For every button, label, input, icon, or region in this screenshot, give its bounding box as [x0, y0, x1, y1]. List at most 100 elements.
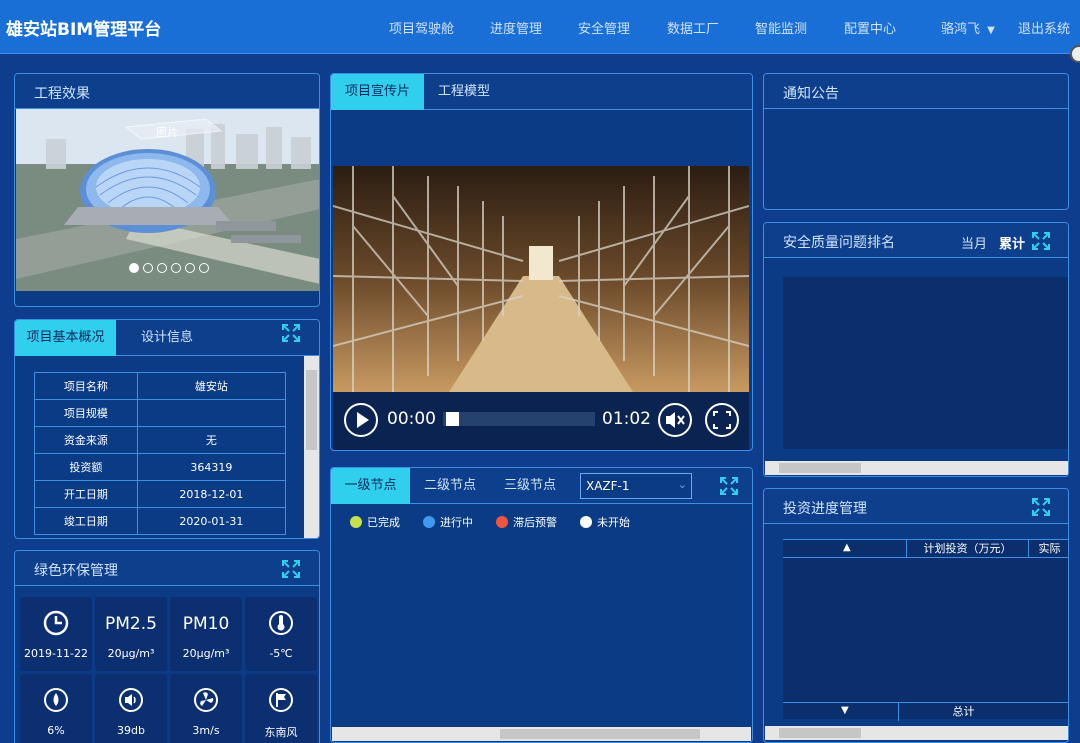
total-label: 总计 [898, 703, 1028, 721]
nav-item-monitoring[interactable]: 智能监测 [755, 18, 807, 37]
carousel-dot[interactable] [171, 263, 181, 273]
legend-label: 已完成 [367, 516, 400, 529]
overview-panel: 项目基本概况 设计信息 项目名称 雄安站 项目规模 资金来源无 投资额 364319… [14, 319, 320, 539]
carousel-dots [129, 263, 209, 273]
env-wind-direction-cell: 东南风 [245, 674, 317, 743]
quality-hscrollbar[interactable] [765, 461, 1068, 475]
tab-design-info[interactable]: 设计信息 [116, 320, 218, 356]
investment-hscrollbar[interactable] [765, 726, 1068, 740]
milestone-panel: 一级节点 二级节点 三级节点 XAZF-1 ⌄ 已完成 进行中 滞后预警 未开始 [330, 467, 753, 743]
row-value: 无 [136, 426, 287, 454]
speaker-icon [119, 688, 143, 712]
table-row: 项目名称 雄安站 [34, 372, 287, 400]
col-planned[interactable]: 计划投资（万元） [906, 540, 1028, 558]
env-value: 20μg/m³ [182, 647, 230, 660]
quality-panel-header: 安全质量问题排名 当月 累计 [764, 223, 1068, 258]
row-key: 开工日期 [34, 480, 138, 508]
video-controls: 00:00 01:02 [333, 392, 749, 450]
scrollbar-thumb[interactable] [500, 729, 700, 739]
humidity-icon [44, 688, 68, 712]
user-menu[interactable]: 骆鸿飞 ▼ [941, 18, 995, 37]
carousel-dot[interactable] [157, 263, 167, 273]
notice-panel-header: 通知公告 [764, 74, 1068, 109]
nav-item-data-factory[interactable]: 数据工厂 [667, 18, 719, 37]
expand-icon[interactable] [720, 477, 738, 495]
env-wind-speed-cell: 3m/s [170, 674, 242, 743]
option-this-month[interactable]: 当月 [961, 233, 987, 252]
carousel-dot[interactable] [199, 263, 209, 273]
ranking-chart-area [783, 277, 1068, 449]
legend-not-started: 未开始 [580, 514, 630, 530]
scrollbar-thumb[interactable] [779, 728, 861, 738]
effect-panel: 工程效果 图片 [14, 73, 320, 307]
legend-delayed: 滞后预警 [496, 514, 557, 530]
quality-panel-title: 安全质量问题排名 [783, 235, 895, 251]
video-progress-handle[interactable] [446, 412, 459, 426]
legend-dot [350, 516, 362, 528]
scrollbar-thumb[interactable] [779, 463, 861, 473]
expand-icon[interactable] [1032, 498, 1050, 516]
row-value: 雄安站 [136, 372, 287, 400]
option-cumulative[interactable]: 累计 [999, 233, 1025, 252]
table-row: 资金来源无 [34, 426, 287, 454]
video-frame[interactable] [333, 166, 749, 392]
expand-icon[interactable] [1032, 232, 1050, 250]
sort-down-icon[interactable]: ▼ [841, 705, 849, 716]
tab-promo-video[interactable]: 项目宣传片 [331, 74, 424, 110]
row-value: 2020-01-31 [136, 507, 287, 535]
carousel-dot[interactable] [143, 263, 153, 273]
environment-panel-header: 绿色环保管理 [15, 551, 319, 586]
project-select-value: XAZF-1 [586, 479, 630, 493]
logout-link[interactable]: 退出系统 [1018, 18, 1070, 37]
nav-item-config[interactable]: 配置中心 [844, 18, 896, 37]
nav-item-progress[interactable]: 进度管理 [490, 18, 542, 37]
legend-label: 未开始 [597, 516, 630, 529]
caret-down-icon: ▼ [987, 25, 995, 36]
investment-panel-header: 投资进度管理 [764, 489, 1068, 524]
table-row: 开工日期 2018-12-01 [34, 480, 287, 508]
env-value: -5℃ [269, 647, 293, 660]
tab-level-2[interactable]: 二级节点 [410, 468, 490, 504]
close-circle-icon[interactable] [1070, 45, 1080, 63]
expand-icon[interactable] [282, 324, 300, 342]
overview-tabs: 项目基本概况 设计信息 [15, 320, 319, 356]
env-value: 2019-11-22 [24, 647, 88, 660]
play-icon[interactable] [343, 402, 379, 438]
carousel-dot[interactable] [129, 263, 139, 273]
mute-icon[interactable] [657, 402, 693, 438]
fan-icon [194, 688, 218, 712]
current-time: 00:00 [387, 409, 436, 429]
environment-panel-title: 绿色环保管理 [34, 563, 118, 579]
row-key: 项目规模 [34, 399, 138, 427]
sort-up-icon[interactable]: ▲ [843, 542, 851, 553]
image-label: 图片 [156, 126, 178, 139]
fullscreen-icon[interactable] [704, 402, 740, 438]
overview-scrollbar[interactable] [304, 356, 319, 538]
scaffolding-video-still [333, 166, 749, 392]
nav-item-safety[interactable]: 安全管理 [578, 18, 630, 37]
row-key: 资金来源 [34, 426, 138, 454]
scrollbar-thumb[interactable] [306, 370, 317, 450]
tab-level-3[interactable]: 三级节点 [490, 468, 570, 504]
milestone-hscrollbar[interactable] [332, 727, 751, 741]
tab-level-1[interactable]: 一级节点 [331, 468, 410, 504]
milestone-tabs: 一级节点 二级节点 三级节点 XAZF-1 ⌄ [331, 468, 752, 504]
table-row: 投资额 364319 [34, 453, 287, 481]
project-info-table: 项目名称 雄安站 项目规模 资金来源无 投资额 364319 开工日期 2018-12… [34, 372, 287, 535]
tab-basic-info[interactable]: 项目基本概况 [15, 320, 116, 356]
col-actual[interactable]: 实际 [1028, 540, 1068, 558]
expand-icon[interactable] [282, 560, 300, 578]
row-key: 竣工日期 [34, 507, 138, 535]
project-select[interactable]: XAZF-1 ⌄ [580, 473, 692, 499]
env-pm10-cell: PM10 20μg/m³ [170, 597, 242, 671]
tab-engineering-model[interactable]: 工程模型 [424, 74, 504, 110]
video-progress-bar[interactable] [443, 412, 595, 426]
row-value [136, 399, 287, 427]
nav-item-cockpit[interactable]: 项目驾驶舱 [389, 18, 454, 37]
legend-dot [496, 516, 508, 528]
table-row: 竣工日期 2020-01-31 [34, 507, 287, 535]
investment-panel-title: 投资进度管理 [783, 501, 867, 517]
flag-icon [269, 688, 293, 712]
legend-label: 滞后预警 [513, 516, 557, 529]
carousel-dot[interactable] [185, 263, 195, 273]
